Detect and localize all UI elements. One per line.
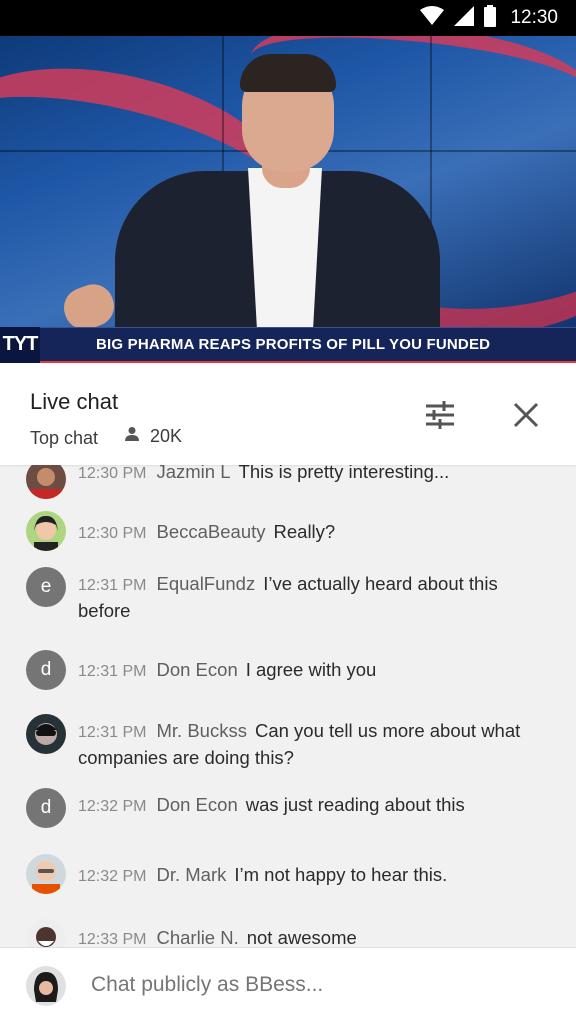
user-avatar[interactable] xyxy=(26,511,66,551)
message-text: This is pretty interesting... xyxy=(238,465,450,482)
battery-icon xyxy=(484,4,497,32)
message-timestamp: 12:30 PM xyxy=(78,525,147,542)
message-text: I’m not happy to hear this. xyxy=(234,864,448,885)
message-timestamp: 12:33 PM xyxy=(78,931,147,947)
channel-logo: TYT xyxy=(0,326,40,363)
chat-input[interactable]: Chat publicly as BBess... xyxy=(91,973,323,997)
status-time: 12:30 xyxy=(510,7,558,28)
message-timestamp: 12:32 PM xyxy=(78,798,147,815)
user-avatar[interactable]: e xyxy=(26,567,66,607)
person-icon xyxy=(124,426,140,447)
status-bar: 12:30 xyxy=(0,0,576,36)
message-text: I agree with you xyxy=(245,659,377,680)
user-avatar[interactable] xyxy=(26,854,66,894)
cellular-signal-icon xyxy=(454,5,475,31)
chat-message-list[interactable]: 12:30 PM Jazmin L This is pretty interesti… xyxy=(0,465,576,947)
viewer-count: 20K xyxy=(124,426,182,447)
sliders-icon xyxy=(422,401,458,437)
message-timestamp: 12:31 PM xyxy=(78,724,147,741)
user-avatar[interactable]: d xyxy=(26,650,66,690)
message-timestamp: 12:30 PM xyxy=(78,465,147,482)
message-timestamp: 12:31 PM xyxy=(78,577,147,594)
close-icon xyxy=(508,402,544,437)
message-text: was just reading about this xyxy=(245,794,465,815)
user-avatar[interactable] xyxy=(26,465,66,499)
message-timestamp: 12:31 PM xyxy=(78,663,147,680)
message-text: Really? xyxy=(273,521,336,542)
message-timestamp: 12:32 PM xyxy=(78,868,147,885)
live-chat-header: Live chat Top chat 20K xyxy=(0,363,576,465)
chat-mode-selector[interactable]: Top chat xyxy=(30,428,98,449)
message-author[interactable]: EqualFundz xyxy=(156,573,255,594)
message-author[interactable]: Don Econ xyxy=(156,659,237,680)
message-author[interactable]: Jazmin L xyxy=(156,465,230,482)
viewer-count-value: 20K xyxy=(150,426,183,446)
chat-filter-button[interactable] xyxy=(422,397,458,433)
current-user-avatar[interactable] xyxy=(26,966,66,1006)
video-player[interactable]: TYT BIG PHARMA REAPS PROFITS OF PILL YOU… xyxy=(0,36,576,363)
wifi-icon xyxy=(420,5,445,31)
message-author[interactable]: Dr. Mark xyxy=(156,864,226,885)
close-chat-button[interactable] xyxy=(508,397,544,433)
video-headline: BIG PHARMA REAPS PROFITS OF PILL YOU FUN… xyxy=(96,336,491,353)
user-avatar[interactable]: d xyxy=(26,788,66,828)
message-author[interactable]: Mr. Buckss xyxy=(156,720,246,741)
live-chat-title: Live chat xyxy=(30,389,119,414)
user-avatar[interactable] xyxy=(26,919,66,947)
message-author[interactable]: Charlie N. xyxy=(156,927,238,947)
message-author[interactable]: Don Econ xyxy=(156,794,237,815)
message-author[interactable]: BeccaBeauty xyxy=(156,521,265,542)
message-text: not awesome xyxy=(246,927,357,947)
video-headline-bar: TYT BIG PHARMA REAPS PROFITS OF PILL YOU… xyxy=(0,326,576,363)
chat-input-bar: Chat publicly as BBess... xyxy=(0,947,576,1024)
user-avatar[interactable] xyxy=(26,714,66,754)
